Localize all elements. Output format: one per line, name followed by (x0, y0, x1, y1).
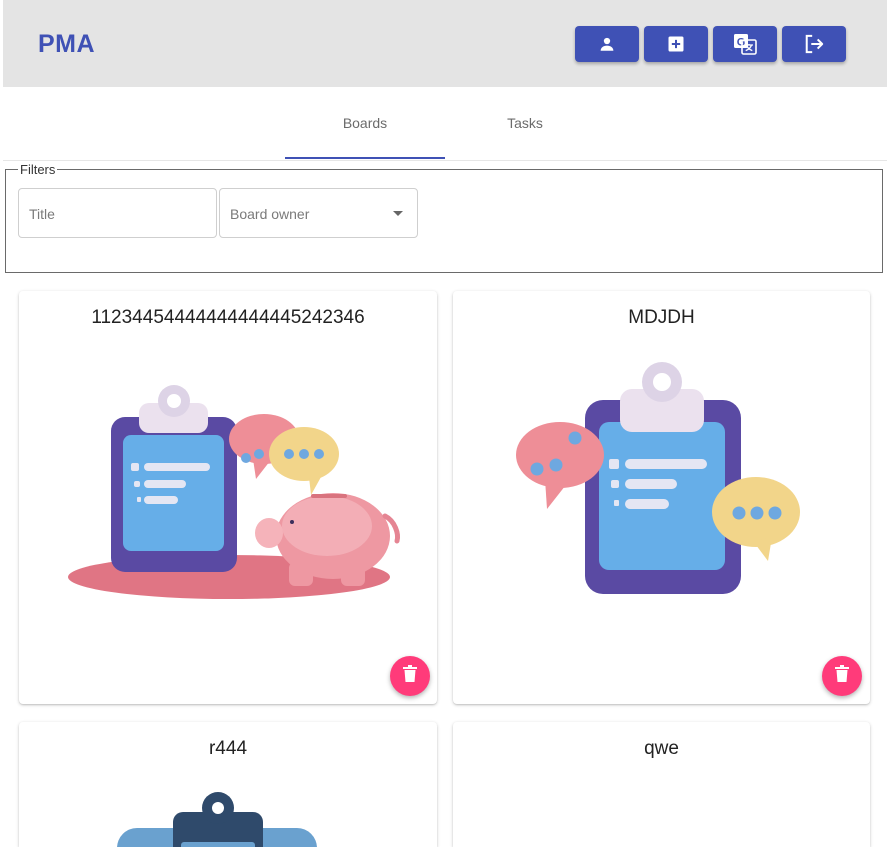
translate-icon: G (733, 33, 757, 55)
app-logo[interactable]: PMA (38, 30, 95, 59)
trash-icon (835, 665, 849, 687)
add-board-button[interactable] (644, 26, 708, 62)
board-title: qwe (644, 738, 679, 759)
dropdown-arrow-icon (393, 211, 403, 216)
delete-board-button[interactable] (822, 656, 862, 696)
add-box-icon (666, 34, 686, 54)
tab-bar: Boards Tasks (3, 87, 887, 161)
board-card[interactable]: 11234454444444444445242346 (19, 291, 437, 704)
trash-icon (403, 665, 417, 687)
logout-button[interactable] (782, 26, 846, 62)
logout-icon (803, 34, 825, 54)
board-owner-select[interactable]: Board owner (219, 188, 418, 238)
board-card[interactable]: MDJDH (453, 291, 870, 704)
board-owner-placeholder: Board owner (230, 206, 310, 222)
board-title: 11234454444444444445242346 (91, 307, 365, 328)
title-filter-placeholder: Title (29, 206, 55, 222)
board-illustration (68, 385, 400, 599)
tab-tasks[interactable]: Tasks (445, 87, 605, 159)
delete-board-button[interactable] (390, 656, 430, 696)
title-filter-input[interactable]: Title (18, 188, 217, 238)
tab-boards[interactable]: Boards (285, 87, 445, 159)
board-card[interactable]: qwe (453, 722, 870, 847)
board-card[interactable]: r444 (19, 722, 437, 847)
board-illustration (516, 362, 800, 594)
language-button[interactable]: G (713, 26, 777, 62)
board-title: r444 (208, 738, 248, 759)
svg-text:G: G (737, 37, 746, 49)
profile-button[interactable] (575, 26, 639, 62)
filters-legend: Filters (18, 162, 58, 177)
app-header: PMA G (3, 0, 887, 87)
person-icon (598, 35, 616, 53)
filters-panel: Filters Title Board owner (5, 162, 883, 273)
board-title: MDJDH (628, 307, 695, 328)
app-root: PMA G Boards Tasks Filters Title Board o… (3, 0, 887, 847)
board-illustration (117, 792, 317, 847)
